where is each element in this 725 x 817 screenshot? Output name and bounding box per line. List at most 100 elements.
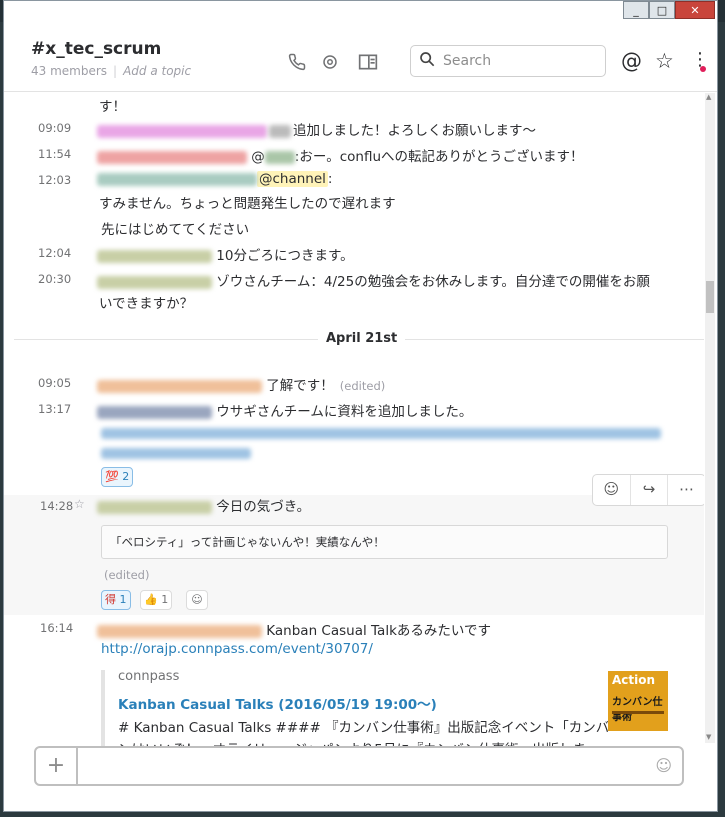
message-row: ウサギさんチームに資料を追加しました。 <box>97 400 472 420</box>
message-composer[interactable]: + ☺ <box>34 746 684 786</box>
message-text: すみません。ちょっと問題発生したので遅れます <box>99 196 396 212</box>
search-box[interactable] <box>410 45 606 77</box>
add-reaction-icon[interactable]: ☺ <box>593 475 631 505</box>
sidebar-toggle-icon[interactable] <box>358 53 378 76</box>
message-text: :おー。confluへの転記ありがとうございます！ <box>294 149 584 165</box>
emoji-picker-icon[interactable]: ☺ <box>655 756 672 775</box>
minimize-button[interactable]: _ <box>623 1 649 19</box>
blurred-username[interactable] <box>97 379 262 393</box>
close-button[interactable]: ✕ <box>675 1 715 19</box>
meta-separator: | <box>113 64 118 78</box>
message-text: : <box>327 171 333 187</box>
attachment-thumbnail[interactable]: Action カンバン仕事術 <box>608 671 668 731</box>
message-text: す！ <box>99 99 126 115</box>
blurred-username[interactable] <box>97 500 212 514</box>
blurred-link-line <box>101 447 251 459</box>
channel-meta: 43 members | Add a topic <box>31 64 191 78</box>
channel-name[interactable]: #x_tec_scrum <box>31 39 161 59</box>
reaction-emoji: 💯 <box>105 470 119 483</box>
message-row: 10分ごろにつきます。 <box>97 244 354 264</box>
message-time[interactable]: 13:17 <box>38 402 71 416</box>
message-list: す！ 09:09 追加しました！よろしくお願いします～ 11:54 @ :おー。c… <box>4 92 704 747</box>
share-icon[interactable]: ↪ <box>631 475 669 505</box>
blurred-username[interactable] <box>97 405 212 419</box>
message-text: 先にはじめててください <box>101 222 250 238</box>
attach-plus-button[interactable]: + <box>36 748 78 784</box>
more-actions-icon[interactable]: ⋯ <box>668 475 704 505</box>
attachment-title[interactable]: Kanban Casual Talks (2016/05/19 19:00〜) <box>118 693 437 713</box>
message-text: いできますか？ <box>99 296 194 312</box>
reaction-emoji: 得 <box>105 593 116 606</box>
blurred-username[interactable] <box>97 275 212 289</box>
thumbnail-bar <box>612 711 664 714</box>
message-text: 今日の気づき。 <box>216 499 311 515</box>
message-actions: ☺ ↪ ⋯ <box>592 474 704 506</box>
message-time[interactable]: 09:09 <box>38 121 71 135</box>
mentions-icon[interactable]: @ <box>621 49 642 73</box>
message-row: 追加しました！よろしくお願いします～ <box>97 119 536 139</box>
blurred-link-line <box>101 427 661 439</box>
blurred-username[interactable] <box>97 624 262 638</box>
channel-mention[interactable]: @channel <box>257 171 328 187</box>
reaction-count: 1 <box>119 593 127 606</box>
app-window: _ □ ✕ #x_tec_scrum 43 members | Add a topi… <box>3 0 718 812</box>
blurred-username[interactable] <box>97 172 257 186</box>
channel-header: #x_tec_scrum 43 members|Add a topic @ ☆ … <box>4 23 717 92</box>
message-snippet: 「ベロシティ」って計画じゃないんや！実績なんや！ <box>101 525 668 559</box>
scrollbar-thumb[interactable] <box>706 281 714 313</box>
thumbnail-text: Action <box>612 673 656 687</box>
blurred-link[interactable] <box>101 445 251 461</box>
scrollbar[interactable]: ▲ ▼ <box>705 93 715 743</box>
message-time[interactable]: 16:14 <box>40 621 73 635</box>
message-time[interactable]: 11:54 <box>38 147 71 161</box>
message-row: 今日の気づき。 <box>97 495 310 515</box>
message-row: ゾウさんチーム：4/25の勉強会をお休みします。自分達での開催をお願 <box>97 270 650 290</box>
message-time[interactable]: 12:03 <box>38 173 71 187</box>
blurred-username[interactable] <box>97 150 247 164</box>
message-row: @channel: <box>97 171 332 187</box>
maximize-button[interactable]: □ <box>649 1 675 19</box>
phone-icon[interactable] <box>288 53 306 76</box>
reaction-100[interactable]: 💯 2 <box>101 467 134 487</box>
message-row: Kanban Casual Talkあるみたいです <box>97 619 491 639</box>
message-time[interactable]: 20:30 <box>38 272 71 286</box>
date-divider-label[interactable]: April 21st <box>318 331 406 346</box>
mention-tag[interactable]: @ <box>251 149 265 165</box>
window-controls: _ □ ✕ <box>623 1 715 19</box>
star-icon[interactable]: ☆ <box>655 49 674 73</box>
reaction-toku[interactable]: 得 1 <box>101 590 131 610</box>
blurred-username[interactable] <box>97 249 212 263</box>
message-row: 了解です！ (edited) <box>97 374 385 394</box>
message-text: 10分ごろにつきます。 <box>216 248 354 264</box>
add-topic-link[interactable]: Add a topic <box>123 64 191 78</box>
message-text: 追加しました！よろしくお願いします～ <box>293 123 536 139</box>
message-row: @ :おー。confluへの転記ありがとうございます！ <box>97 145 584 165</box>
attachment-bar <box>101 670 105 747</box>
message-link[interactable]: http://orajp.connpass.com/event/30707/ <box>101 641 373 657</box>
message-time[interactable]: 14:28 <box>40 499 73 513</box>
search-input[interactable] <box>441 52 595 70</box>
scroll-up-icon[interactable]: ▲ <box>706 93 711 101</box>
attachment-service: connpass <box>118 669 180 684</box>
add-reaction-button[interactable]: ☺ <box>186 590 208 610</box>
star-message-icon[interactable]: ☆ <box>74 497 85 511</box>
message-text: ゾウさんチーム：4/25の勉強会をお休みします。自分達での開催をお願 <box>216 274 650 290</box>
search-icon <box>419 51 435 71</box>
scroll-down-icon[interactable]: ▼ <box>706 733 711 741</box>
attachment-description: # Kanban Casual Talks #### 『カンバン仕事術』出版記念… <box>118 720 610 736</box>
blurred-username[interactable] <box>97 124 267 138</box>
blurred-text <box>269 124 291 138</box>
message-time[interactable]: 09:05 <box>38 376 71 390</box>
blurred-link[interactable] <box>101 425 661 441</box>
edited-label: (edited) <box>104 568 150 582</box>
message-text: ウサギさんチームに資料を追加しました。 <box>216 404 473 420</box>
blurred-mention <box>264 150 295 164</box>
reaction-emoji: 👍 <box>144 593 158 606</box>
message-time[interactable]: 12:04 <box>38 246 71 260</box>
edited-label: (edited) <box>339 379 386 393</box>
message-text: 了解です！ <box>266 378 334 394</box>
member-count[interactable]: 43 members <box>31 64 107 78</box>
reaction-count: 1 <box>161 593 169 606</box>
reaction-thumbsup[interactable]: 👍 1 <box>140 590 173 610</box>
gear-icon[interactable] <box>321 53 339 76</box>
